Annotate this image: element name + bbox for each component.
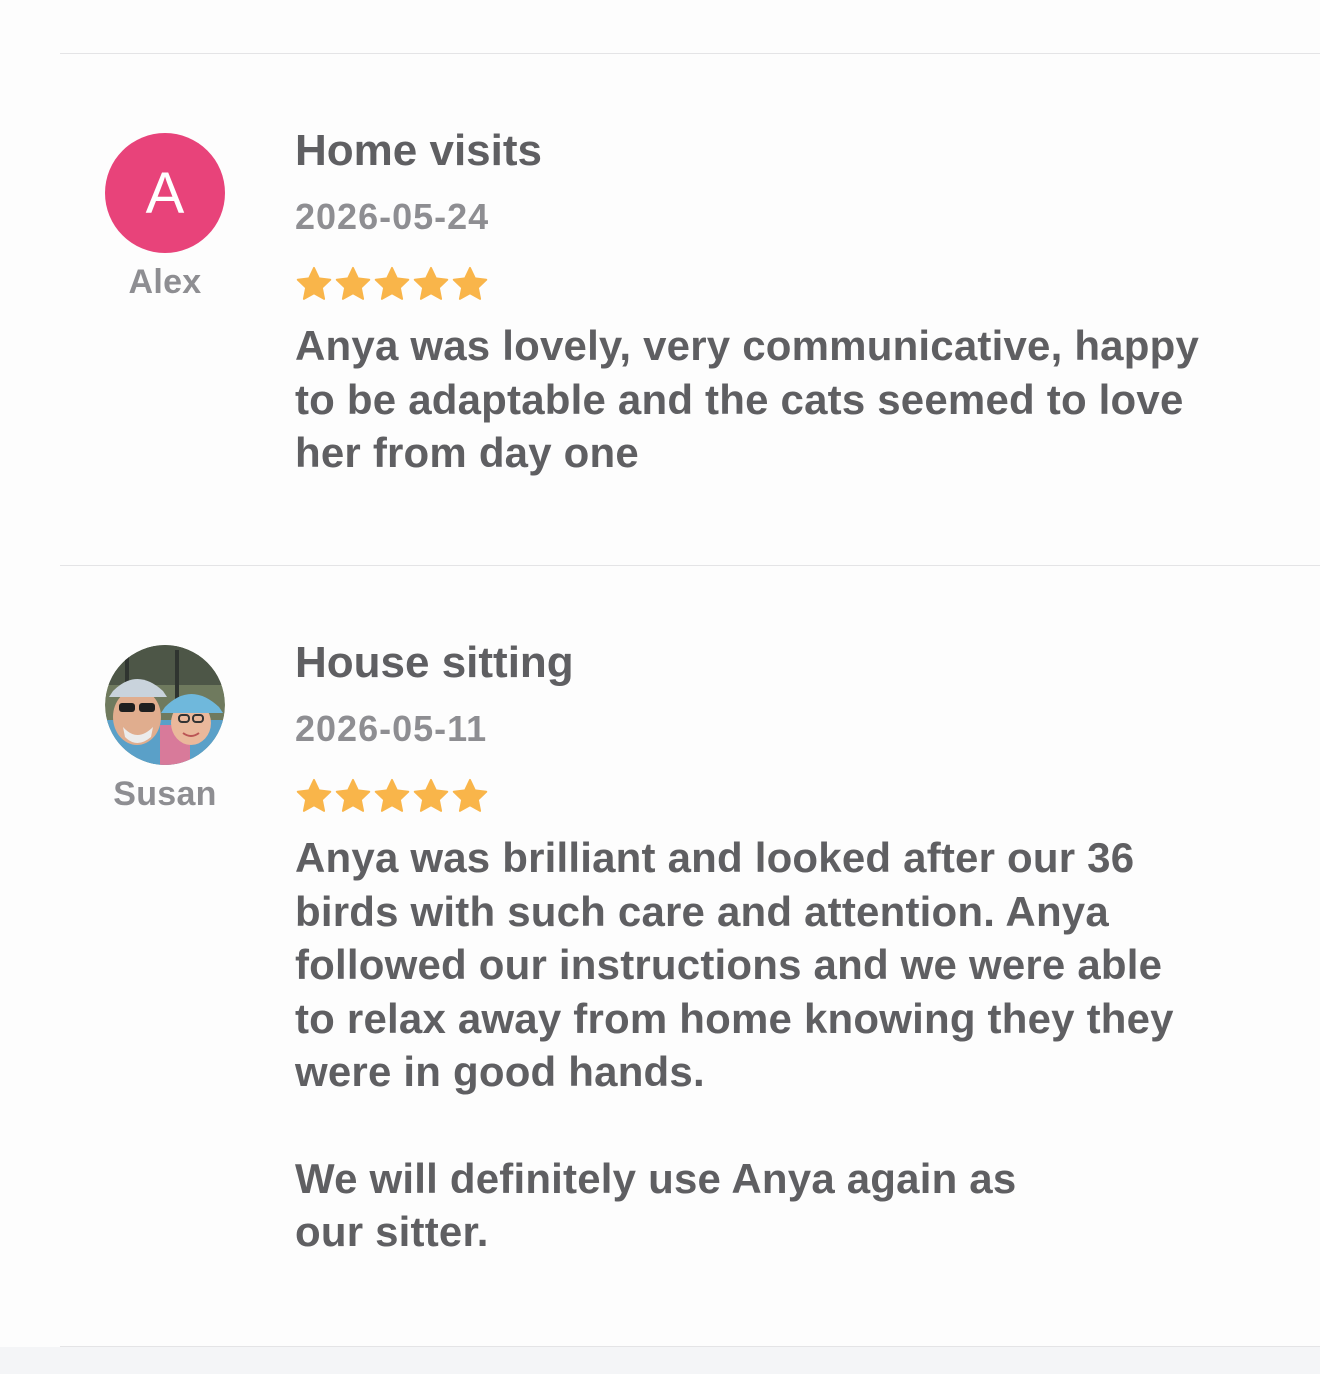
footer-background — [0, 1347, 1320, 1374]
star-rating — [295, 265, 1275, 305]
star-icon — [334, 777, 372, 815]
star-icon — [373, 265, 411, 303]
reviewer-name[interactable]: Alex — [85, 263, 245, 302]
star-icon — [295, 265, 333, 303]
avatar-initial: A — [145, 160, 185, 226]
review-content: Home visits 2026-05-24 Anya was lovely, … — [295, 129, 1275, 480]
star-icon — [334, 265, 372, 303]
review-text-paragraph-2: We will definitely use Anya again as our… — [295, 1154, 1017, 1256]
star-icon — [412, 265, 450, 303]
service-type: House sitting — [295, 638, 574, 687]
divider-top — [60, 53, 1320, 54]
review-text: Anya was brilliant and looked after our … — [295, 834, 1174, 1095]
review-text: Anya was lovely, very communicative, hap… — [295, 322, 1199, 476]
star-icon — [373, 777, 411, 815]
star-icon — [451, 777, 489, 815]
star-rating — [295, 777, 1275, 817]
review-date: 2026-05-11 — [295, 708, 488, 749]
avatar[interactable]: A — [105, 133, 225, 253]
divider-middle — [60, 565, 1320, 566]
review-content: House sitting 2026-05-11 Anya was brilli… — [295, 641, 1275, 1259]
service-type: Home visits — [295, 126, 542, 175]
review-date: 2026-05-24 — [295, 196, 490, 237]
user-photo-icon — [105, 645, 225, 765]
avatar[interactable] — [105, 645, 225, 765]
star-icon — [295, 777, 333, 815]
star-icon — [412, 777, 450, 815]
reviewer-name[interactable]: Susan — [85, 775, 245, 814]
star-icon — [451, 265, 489, 303]
